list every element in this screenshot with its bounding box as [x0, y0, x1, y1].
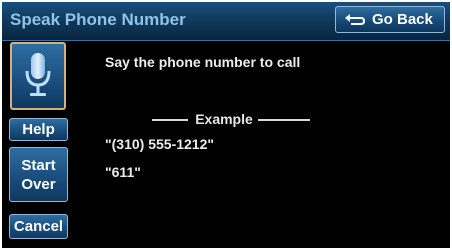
microphone-icon — [25, 53, 51, 96]
help-button[interactable]: Help — [9, 118, 68, 141]
page-title: Speak Phone Number — [10, 10, 186, 29]
divider-right — [258, 119, 310, 121]
go-back-label: Go Back — [372, 11, 433, 28]
go-back-button[interactable]: Go Back — [335, 6, 445, 33]
title-bar: Speak Phone Number Go Back — [2, 2, 450, 41]
start-over-button[interactable]: Start Over — [9, 147, 68, 202]
help-label: Help — [22, 121, 55, 138]
example-item: "(310) 555-1212" — [105, 136, 215, 152]
example-label: Example — [195, 111, 253, 127]
example-header: Example — [152, 111, 310, 127]
instruction-text: Say the phone number to call — [105, 54, 301, 70]
start-over-label-line1: Start — [21, 156, 56, 174]
divider-left — [152, 119, 188, 121]
start-over-label-line2: Over — [21, 175, 56, 193]
microphone-button[interactable] — [10, 42, 66, 110]
return-arrow-icon — [345, 13, 366, 25]
cancel-label: Cancel — [13, 218, 64, 235]
example-item: "611" — [105, 164, 141, 180]
voice-dialog-screen: Speak Phone Number Go Back Help Start Ov… — [2, 2, 450, 248]
cancel-button[interactable]: Cancel — [9, 214, 68, 239]
